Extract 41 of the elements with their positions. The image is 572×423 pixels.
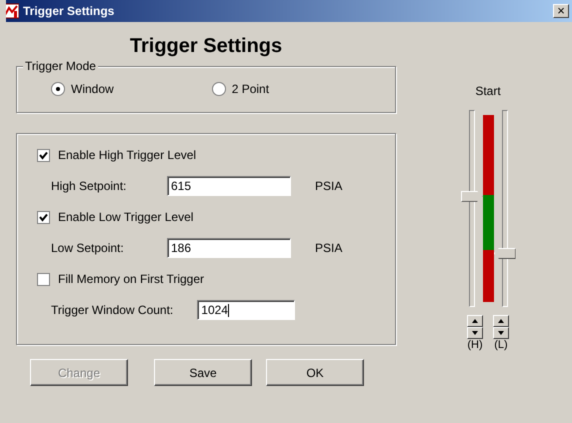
range-band [482, 195, 494, 250]
start-label: Start [475, 84, 501, 98]
slider-label: (H) [467, 339, 483, 351]
unit-label: PSIA [315, 179, 342, 193]
dialog-button[interactable]: Save [154, 359, 252, 386]
window-title: Trigger Settings [23, 4, 116, 18]
up-triangle-icon [498, 319, 504, 323]
input-field[interactable]: 1024 [197, 300, 296, 320]
checkbox[interactable] [37, 272, 50, 286]
close-button[interactable]: × [553, 4, 569, 18]
unit-label: PSIA [315, 241, 342, 255]
dialog-heading: Trigger Settings [128, 35, 284, 58]
slider-thumb[interactable] [494, 248, 516, 259]
vertical-slider[interactable] [460, 110, 482, 307]
field-label: Low Setpoint: [51, 241, 125, 255]
slider-label: (L) [494, 339, 508, 351]
radio-option[interactable]: Window [51, 82, 114, 96]
checkbox-option[interactable]: Enable High Trigger Level [37, 146, 395, 164]
up-arrow-button[interactable] [467, 315, 483, 327]
up-arrow-button[interactable] [493, 315, 509, 327]
radio-option[interactable]: 2 Point [212, 82, 270, 96]
input-field[interactable]: 186 [167, 238, 291, 258]
up-triangle-icon [472, 319, 478, 323]
checkbox[interactable] [37, 148, 50, 162]
checkbox-option[interactable]: Fill Memory on First Trigger [37, 270, 395, 288]
radio-icon[interactable] [212, 82, 226, 96]
input-field[interactable]: 615 [167, 176, 291, 196]
down-triangle-icon [498, 331, 504, 335]
down-arrow-button[interactable] [467, 327, 483, 339]
vertical-slider[interactable] [494, 110, 516, 307]
slider-thumb[interactable] [460, 190, 482, 202]
checkbox-option[interactable]: Enable Low Trigger Level [37, 208, 395, 226]
field-label: High Setpoint: [51, 179, 128, 193]
radio-icon[interactable] [51, 82, 65, 96]
field-label: Trigger Window Count: [51, 303, 174, 317]
dialog-button[interactable]: OK [266, 359, 364, 386]
chart-icon [6, 3, 19, 19]
checkbox[interactable] [37, 210, 50, 224]
down-triangle-icon [472, 331, 478, 335]
group-label: Trigger Mode [23, 59, 98, 73]
down-arrow-button[interactable] [493, 327, 509, 339]
